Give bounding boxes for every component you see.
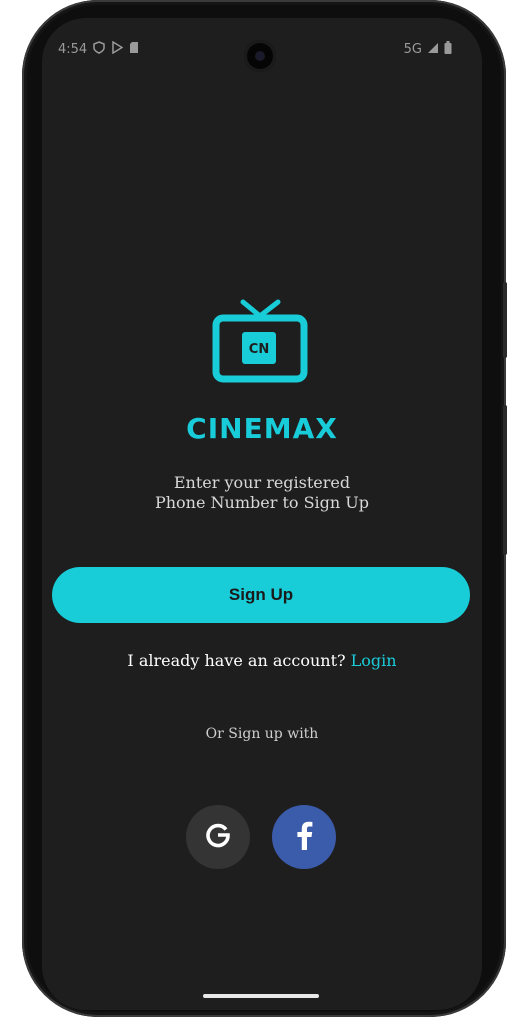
status-left: 4:54 [58, 40, 139, 58]
home-indicator[interactable] [203, 994, 319, 998]
account-prompt: I already have an account? Login [42, 651, 482, 670]
login-link[interactable]: Login [351, 651, 397, 670]
facebook-icon [294, 820, 314, 854]
tv-logo-icon: CN [210, 296, 310, 386]
signal-icon [427, 42, 439, 58]
account-prompt-text: I already have an account? [127, 651, 346, 670]
social-signup-heading: Or Sign up with [205, 726, 319, 742]
battery-icon [444, 41, 452, 58]
front-camera [244, 40, 276, 72]
side-button [503, 282, 507, 358]
play-store-icon [111, 40, 124, 58]
signup-instructions: Enter your registered Phone Number to Si… [42, 473, 482, 513]
sign-up-button[interactable]: Sign Up [52, 567, 470, 623]
status-bar: 4:54 5G [42, 18, 482, 72]
brand-name: CINEMAX [186, 412, 338, 445]
side-button [503, 405, 507, 555]
google-signup-button[interactable] [186, 805, 250, 869]
google-icon [204, 821, 232, 853]
status-time: 4:54 [58, 42, 88, 57]
sim-card-icon [129, 41, 139, 58]
subtitle-line-1: Enter your registered [173, 473, 351, 492]
app-screen: 4:54 5G CN CINEMAX Enter your registered… [42, 18, 482, 1010]
subtitle-line-2: Phone Number to Sign Up [154, 493, 370, 512]
shield-icon [93, 41, 105, 58]
status-right: 5G [404, 41, 452, 58]
network-type: 5G [403, 42, 422, 57]
logo-text: CN [249, 342, 269, 357]
facebook-signup-button[interactable] [272, 805, 336, 869]
